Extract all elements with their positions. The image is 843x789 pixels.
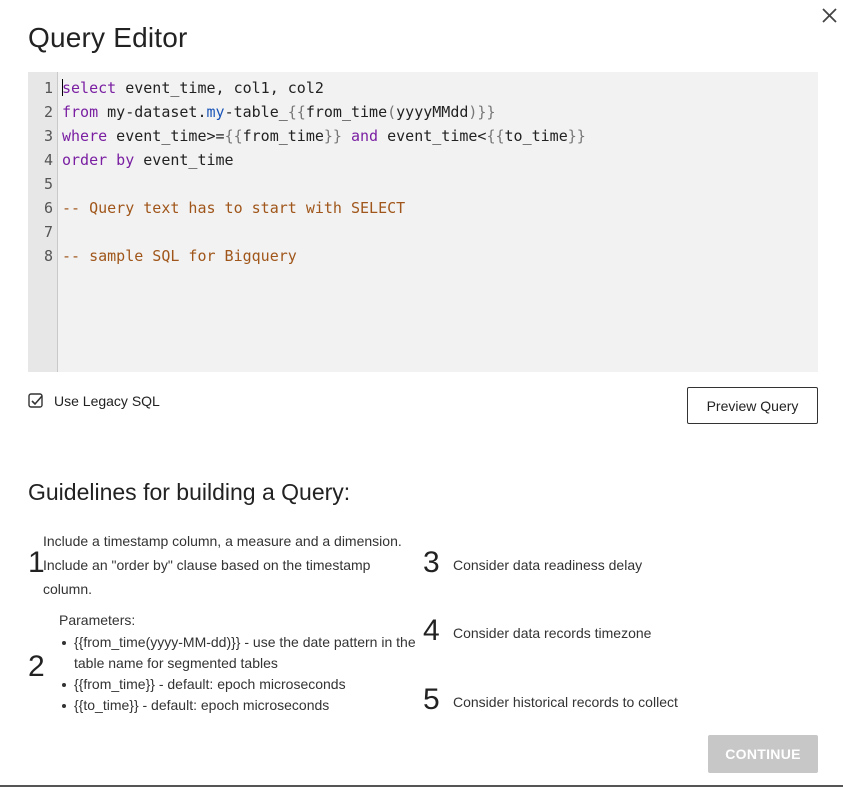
guideline-number-5: 5 — [423, 683, 440, 716]
code-token: ( — [387, 103, 397, 121]
guideline-1-line-3: column. — [43, 581, 93, 597]
sql-code-editor[interactable]: 1 select event_time, col1, col2 2 from my-d… — [28, 72, 818, 372]
guideline-4-text: Consider data records timezone — [453, 625, 652, 641]
code-token: -table_ — [224, 103, 288, 121]
code-token: event_time, col1, col2 — [116, 79, 324, 97]
code-line[interactable]: 1 select event_time, col1, col2 — [28, 76, 818, 100]
code-token: from_time — [305, 103, 388, 121]
legacy-sql-checkbox[interactable]: Use Legacy SQL — [28, 391, 160, 411]
code-token: {{ — [224, 127, 243, 145]
line-number: 4 — [43, 151, 53, 169]
line-number: 7 — [43, 223, 53, 241]
code-token: and — [351, 127, 379, 145]
line-number: 8 — [43, 247, 53, 265]
code-text[interactable]: -- sample SQL for Bigquery — [62, 244, 297, 268]
code-token: from_time — [242, 127, 324, 145]
line-number: 3 — [43, 127, 53, 145]
guideline-1-line-2: Include an "order by" clause based on th… — [43, 557, 371, 573]
parameters-list: {{from_time(yyyy-MM-dd)}} - use the date… — [59, 632, 419, 716]
code-token: {{ — [287, 103, 306, 121]
code-token: my-dataset. — [98, 103, 207, 121]
code-text[interactable]: where event_time>={{from_time}} and even… — [62, 124, 586, 148]
guideline-3-text: Consider data readiness delay — [453, 557, 643, 573]
parameter-item: {{to_time}} - default: epoch microsecond… — [59, 695, 419, 716]
code-token: -- Query text has to start with SELECT — [62, 199, 406, 217]
code-token: to_time — [504, 127, 568, 145]
code-token: from — [62, 103, 99, 121]
guideline-1-line-1: Include a timestamp column, a measure an… — [43, 533, 402, 549]
guideline-1-text: Include a timestamp column, a measure an… — [43, 529, 413, 601]
line-number: 5 — [43, 175, 53, 193]
code-line[interactable]: 8 -- sample SQL for Bigquery — [28, 244, 818, 268]
code-text[interactable]: from my-dataset.my-table_{{from_time(yyy… — [62, 100, 496, 124]
parameters-heading: Parameters: — [59, 612, 136, 628]
code-token: }} — [567, 127, 586, 145]
preview-query-button[interactable]: Preview Query — [687, 387, 818, 424]
guideline-number-4: 4 — [423, 614, 440, 647]
guideline-number-2: 2 — [28, 650, 45, 683]
code-token: event_time — [134, 151, 234, 169]
parameter-item: {{from_time}} - default: epoch microseco… — [59, 674, 419, 695]
code-line[interactable]: 3 where event_time>={{from_time}} and eve… — [28, 124, 818, 148]
code-token: {{ — [486, 127, 505, 145]
code-token: )}} — [468, 103, 496, 121]
parameter-item: {{from_time(yyyy-MM-dd)}} - use the date… — [59, 632, 419, 674]
line-number: 6 — [43, 199, 53, 217]
code-token: -- sample SQL for Bigquery — [62, 247, 297, 265]
code-token: yyyyMMdd — [396, 103, 469, 121]
code-text[interactable]: select event_time, col1, col2 — [62, 76, 324, 100]
continue-button[interactable]: CONTINUE — [708, 735, 818, 773]
code-token: }} — [323, 127, 342, 145]
code-token: my — [206, 103, 225, 121]
guideline-5-text: Consider historical records to collect — [453, 694, 678, 710]
code-text[interactable]: -- Query text has to start with SELECT — [62, 196, 405, 220]
code-line[interactable]: 2 from my-dataset.my-table_{{from_time(yy… — [28, 100, 818, 124]
code-token: event_time>= — [107, 127, 225, 145]
code-line[interactable]: 6 -- Query text has to start with SELECT — [28, 196, 818, 220]
query-editor-dialog: Query Editor 1 select event_time, col1, c… — [0, 0, 843, 787]
guidelines-title: Guidelines for building a Query: — [28, 479, 351, 505]
checkbox-checked-icon[interactable] — [28, 393, 44, 409]
close-icon[interactable] — [818, 4, 840, 26]
code-token: where — [62, 127, 108, 145]
code-text[interactable]: order by event_time — [62, 148, 234, 172]
guideline-number-3: 3 — [423, 546, 440, 579]
code-line[interactable]: 5 — [28, 172, 818, 196]
legacy-sql-label: Use Legacy SQL — [54, 393, 160, 409]
code-line[interactable]: 7 — [28, 220, 818, 244]
line-number: 1 — [43, 79, 53, 97]
dialog-title: Query Editor — [28, 22, 188, 53]
code-token: select — [62, 79, 117, 97]
code-line[interactable]: 4 order by event_time — [28, 148, 818, 172]
code-token: order by — [62, 151, 135, 169]
code-token: event_time< — [378, 127, 487, 145]
line-number: 2 — [43, 103, 53, 121]
